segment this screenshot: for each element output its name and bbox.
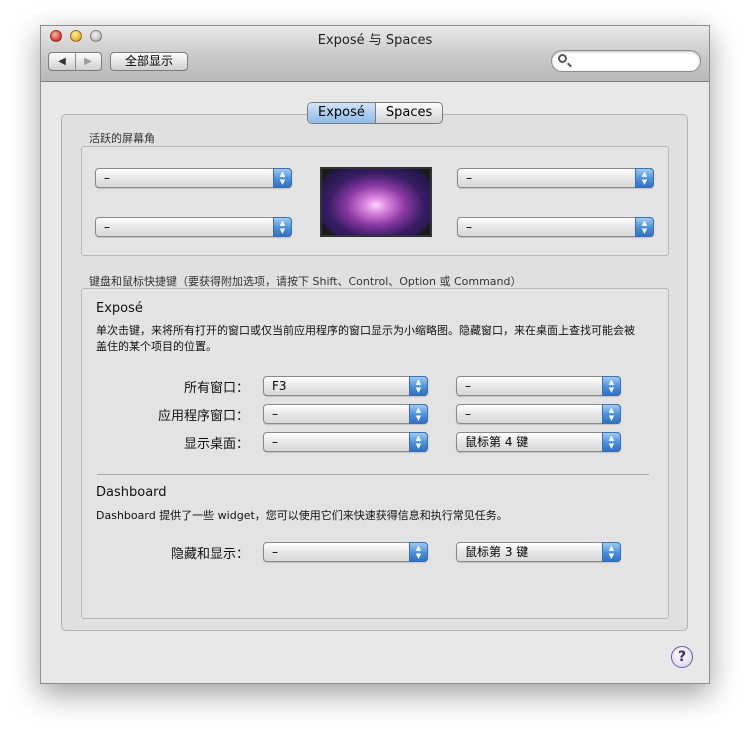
expose-description-line2: 盖住的某个项目的位置。 [96,340,217,353]
corner-marker-icon [418,169,430,181]
search-input[interactable] [574,53,698,71]
corner-bottom-right-popup[interactable]: – ▲ ▼ [457,217,654,237]
search-field[interactable] [551,50,701,72]
title-bar: Exposé 与 Spaces ◀ ▶ 全部显示 [41,26,709,82]
corner-bottom-left-value: – [104,220,110,234]
search-icon [558,54,567,63]
show-all-button[interactable]: 全部显示 [110,52,188,71]
hide-show-mouse-popup[interactable]: 鼠标第 3 键 ▲ ▼ [456,542,621,562]
popup-arrows-icon: ▲ ▼ [602,542,621,562]
window-title: Exposé 与 Spaces [317,33,433,48]
application-windows-mouse-value: – [465,407,471,421]
corner-top-right-value: – [466,171,472,185]
popup-arrows-icon: ▲ ▼ [602,432,621,452]
show-desktop-key-popup[interactable]: – ▲ ▼ [263,432,428,452]
all-windows-mouse-popup[interactable]: – ▲ ▼ [456,376,621,396]
popup-arrows-icon: ▲ ▼ [273,168,292,188]
all-windows-key-value: F3 [272,379,287,393]
popup-arrows-icon: ▲ ▼ [409,432,428,452]
popup-arrows-icon: ▲ ▼ [635,217,654,237]
hide-show-label: 隐藏和显示： [170,547,249,562]
popup-arrows-icon: ▲ ▼ [602,404,621,424]
tab-expose[interactable]: Exposé [308,103,376,123]
popup-arrows-icon: ▲ ▼ [602,376,621,396]
popup-arrows-icon: ▲ ▼ [409,376,428,396]
help-button[interactable]: ? [671,646,693,668]
forward-icon[interactable]: ▶ [75,53,101,70]
corner-marker-icon [322,169,334,181]
application-windows-key-popup[interactable]: – ▲ ▼ [263,404,428,424]
preferences-window: Exposé 与 Spaces ◀ ▶ 全部显示 Exposé Spaces 活… [40,25,710,684]
expose-heading: Exposé [96,301,143,316]
show-desktop-mouse-value: 鼠标第 4 键 [465,435,529,449]
tab-spaces[interactable]: Spaces [376,103,442,123]
popup-arrows-icon: ▲ ▼ [409,542,428,562]
corner-top-left-value: – [104,171,110,185]
back-icon[interactable]: ◀ [49,53,76,70]
show-desktop-key-value: – [272,435,278,449]
dashboard-heading: Dashboard [96,485,167,500]
corner-marker-icon [322,223,334,235]
dashboard-description: Dashboard 提供了一些 widget，您可以使用它们来快速获得信息和执行… [96,509,508,522]
hide-show-mouse-value: 鼠标第 3 键 [465,545,529,559]
popup-arrows-icon: ▲ ▼ [273,217,292,237]
hide-show-key-value: – [272,545,278,559]
expose-description-line1: 单次击键，来将所有打开的窗口或仅当前应用程序的窗口显示为小缩略图。隐藏窗口，来在… [96,324,635,337]
all-windows-label: 所有窗口： [183,381,249,396]
popup-arrows-icon: ▲ ▼ [409,404,428,424]
application-windows-key-value: – [272,407,278,421]
hot-corners-label: 活跃的屏幕角 [89,132,155,145]
tab-control: Exposé Spaces [307,102,444,124]
hide-show-key-popup[interactable]: – ▲ ▼ [263,542,428,562]
corner-top-left-popup[interactable]: – ▲ ▼ [95,168,292,188]
application-windows-mouse-popup[interactable]: – ▲ ▼ [456,404,621,424]
show-desktop-label: 显示桌面： [183,437,249,452]
section-divider [97,474,649,475]
corner-top-right-popup[interactable]: – ▲ ▼ [457,168,654,188]
all-windows-mouse-value: – [465,379,471,393]
navigation-buttons: ◀ ▶ [48,52,102,71]
corner-bottom-left-popup[interactable]: – ▲ ▼ [95,217,292,237]
shortcuts-label: 键盘和鼠标快捷键（要获得附加选项，请按下 Shift、Control、Optio… [89,275,522,288]
popup-arrows-icon: ▲ ▼ [635,168,654,188]
corner-marker-icon [418,223,430,235]
application-windows-label: 应用程序窗口： [157,409,249,424]
all-windows-key-popup[interactable]: F3 ▲ ▼ [263,376,428,396]
corner-bottom-right-value: – [466,220,472,234]
desktop-thumbnail [320,167,432,237]
show-desktop-mouse-popup[interactable]: 鼠标第 4 键 ▲ ▼ [456,432,621,452]
